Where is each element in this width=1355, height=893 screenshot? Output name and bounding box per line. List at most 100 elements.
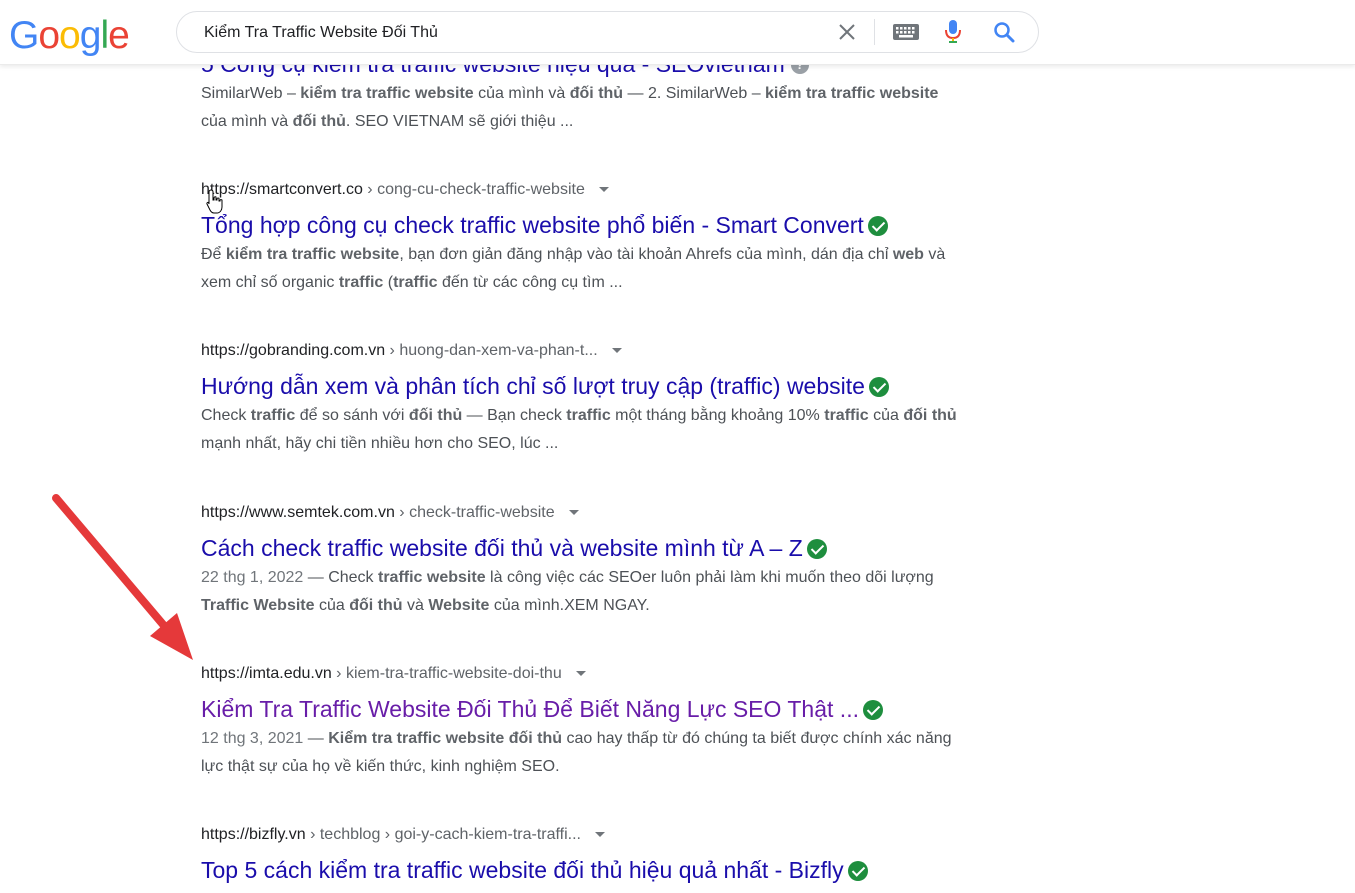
result-domain: https://www.semtek.com.vn (201, 504, 395, 521)
result-domain: https://imta.edu.vn (201, 665, 332, 682)
snippet-text: Check (201, 407, 251, 424)
result-path: › techblog › goi-y-cach-kiem-tra-traffi.… (305, 826, 581, 843)
result-path: › check-traffic-website (394, 504, 555, 521)
snippet-text: mạnh nhất, hãy chi tiền nhiều hơn cho SE… (201, 435, 559, 452)
snippet-text: — Bạn check (462, 407, 567, 424)
result-path: › cong-cu-check-traffic-website (362, 181, 585, 198)
snippet-text: một tháng bằng khoảng 10% (610, 407, 825, 424)
snippet-text: của (314, 597, 350, 614)
result-path: › kiem-tra-traffic-website-doi-thu (331, 665, 562, 682)
microphone-icon (945, 20, 961, 43)
snippet-text: . SEO VIETNAM sẽ giới thiệu ... (345, 113, 574, 130)
logo-letter: o (59, 14, 81, 57)
result-menu-caret-icon[interactable] (594, 832, 605, 838)
voice-search-button[interactable] (939, 12, 967, 52)
search-divider (874, 19, 875, 45)
search-result: https://gobranding.com.vn › huong-dan-xe… (201, 340, 961, 458)
snippet-text: SimilarWeb – (201, 85, 301, 102)
verified-check-icon (806, 538, 827, 559)
snippet-text: — 2. SimilarWeb – (623, 85, 766, 102)
logo-letter: e (108, 14, 130, 57)
hand-cursor-icon (206, 189, 223, 214)
snippet-highlight: traffic (566, 407, 611, 424)
result-title-link[interactable]: Cách check traffic website đối thủ và we… (201, 533, 803, 563)
logo-letter: o (38, 14, 60, 57)
snippet-highlight: traffic (250, 407, 296, 424)
snippet-highlight: kiểm tra traffic website (225, 246, 400, 263)
result-domain: https://gobranding.com.vn (201, 342, 386, 359)
snippet-text: là công việc các SEOer luôn phải làm khi… (485, 569, 934, 586)
snippet-highlight: web (892, 246, 924, 263)
snippet-text: ( (383, 274, 394, 291)
snippet-highlight: kiểm tra traffic website (300, 85, 474, 102)
clear-button[interactable] (831, 12, 863, 52)
verified-check-icon (847, 860, 868, 881)
result-snippet: 22 thg 1, 2022 — Check traffic website l… (201, 564, 961, 620)
result-menu-caret-icon[interactable] (598, 187, 609, 193)
snippet-highlight: đối thủ (349, 597, 403, 614)
result-snippet: Để kiểm tra traffic website, bạn đơn giả… (201, 241, 961, 297)
snippet-highlight: kiểm tra traffic website (765, 85, 939, 102)
result-date: 22 thg 1, 2022 (201, 569, 304, 586)
verified-check-icon (868, 376, 889, 397)
logo-letter: l (100, 14, 109, 57)
snippet-text: của mình.XEM NGAY. (489, 597, 650, 614)
verified-check-icon (867, 215, 888, 236)
snippet-text: — (303, 730, 329, 747)
snippet-text: đến từ các công cụ tìm ... (437, 274, 623, 291)
result-title-link[interactable]: Tổng hợp công cụ check traffic website p… (201, 210, 864, 240)
snippet-highlight: traffic (338, 274, 384, 291)
search-icon (994, 22, 1015, 43)
search-result: https://smartconvert.co › cong-cu-check-… (201, 179, 961, 297)
snippet-highlight: traffic website (378, 569, 486, 586)
logo-letter: g (79, 14, 102, 57)
snippet-highlight: đối thủ (903, 407, 957, 424)
verified-check-icon (862, 699, 883, 720)
search-button[interactable] (989, 12, 1019, 52)
result-path: › huong-dan-xem-va-phan-t... (385, 342, 598, 359)
result-title-link[interactable]: Kiểm Tra Traffic Website Đối Thủ Để Biết… (201, 694, 859, 724)
google-logo[interactable]: Google (9, 12, 130, 60)
result-menu-caret-icon[interactable] (611, 348, 622, 354)
result-domain: https://smartconvert.co (201, 181, 363, 198)
snippet-highlight: đối thủ (408, 407, 463, 424)
snippet-highlight: đối thủ (292, 113, 346, 130)
result-title-link[interactable]: Top 5 cách kiểm tra traffic website đối … (201, 855, 844, 885)
result-url[interactable]: https://www.semtek.com.vn › check-traffi… (201, 502, 961, 524)
snippet-text: , bạn đơn giản đăng nhập vào tài khoản A… (399, 246, 893, 263)
result-url[interactable]: https://gobranding.com.vn › huong-dan-xe… (201, 340, 961, 362)
keyboard-icon (893, 24, 919, 40)
keyboard-button[interactable] (889, 12, 923, 52)
logo-letter: G (9, 14, 39, 57)
result-menu-caret-icon[interactable] (575, 671, 586, 677)
snippet-text: của (868, 407, 904, 424)
search-box (176, 11, 1039, 54)
result-menu-caret-icon[interactable] (568, 510, 579, 516)
result-url[interactable]: https://imta.edu.vn › kiem-tra-traffic-w… (201, 663, 961, 685)
search-result: https://imta.edu.vn › kiem-tra-traffic-w… (201, 663, 961, 781)
result-url[interactable]: https://smartconvert.co › cong-cu-check-… (201, 179, 961, 201)
snippet-text: của mình và (473, 85, 570, 102)
snippet-text: — Check (303, 569, 378, 586)
result-snippet: Check traffic để so sánh với đối thủ — B… (201, 402, 961, 458)
result-date: 12 thg 3, 2021 (201, 730, 304, 747)
snippet-text: để so sánh với (295, 407, 409, 424)
snippet-highlight: đối thủ (569, 85, 624, 102)
snippet-highlight: Website (428, 597, 490, 614)
snippet-text: và (402, 597, 429, 614)
snippet-text: của mình và (201, 113, 293, 130)
header-bar: Google (0, 0, 1355, 65)
snippet-highlight: traffic (824, 407, 869, 424)
snippet-highlight: Kiểm tra traffic website đối thủ (328, 730, 563, 747)
result-url[interactable]: https://bizfly.vn › techblog › goi-y-cac… (201, 824, 961, 846)
search-results: 5 Công cụ kiểm tra traffic website hiệu … (0, 0, 1355, 893)
result-title-link[interactable]: Hướng dẫn xem và phân tích chỉ số lượt t… (201, 371, 865, 401)
snippet-text: Để (201, 246, 226, 263)
search-input[interactable] (202, 12, 806, 54)
search-result: https://bizfly.vn › techblog › goi-y-cac… (201, 824, 961, 885)
snippet-highlight: traffic (393, 274, 438, 291)
search-result: https://www.semtek.com.vn › check-traffi… (201, 502, 961, 620)
close-icon (839, 24, 855, 40)
snippet-highlight: Traffic Website (201, 597, 315, 614)
result-domain: https://bizfly.vn (201, 826, 306, 843)
